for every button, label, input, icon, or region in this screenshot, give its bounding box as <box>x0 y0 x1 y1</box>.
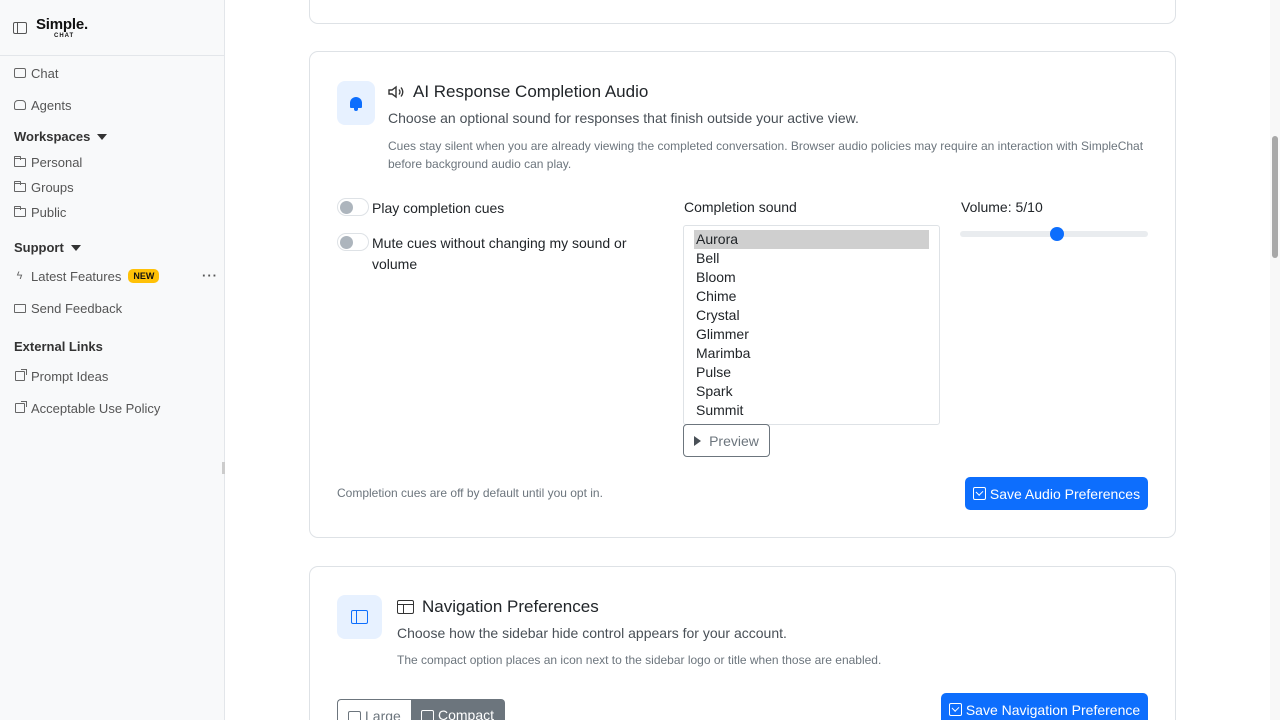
sidebar-layout-icon <box>337 595 382 639</box>
sound-option[interactable]: Glimmer <box>694 325 929 344</box>
sidebar-header: Simple. CHAT <box>0 0 224 56</box>
external-link-icon <box>13 401 27 415</box>
layout-icon <box>397 600 414 614</box>
audio-subtitle: Choose an optional sound for responses t… <box>388 110 859 126</box>
play-cues-toggle-row[interactable]: Play completion cues <box>337 198 504 219</box>
audio-title-text: AI Response Completion Audio <box>413 82 649 101</box>
sidebar-item-label: Send Feedback <box>31 300 123 316</box>
sound-option[interactable]: Bell <box>694 249 929 268</box>
caret-down-icon <box>97 133 108 140</box>
sound-option[interactable]: Bloom <box>694 268 929 287</box>
mute-cues-label: Mute cues without changing my sound or v… <box>372 235 627 272</box>
sidebar-item-label: Chat <box>31 65 59 81</box>
save-audio-label: Save Audio Preferences <box>989 485 1141 502</box>
save-icon <box>948 703 962 716</box>
robot-icon <box>13 99 26 112</box>
sidebar-item-label: Agents <box>31 97 72 113</box>
audio-preferences-card: AI Response Completion Audio Choose an o… <box>309 51 1176 538</box>
support-heading[interactable]: Support <box>14 240 81 255</box>
navigation-note: The compact option places an icon next t… <box>397 653 882 667</box>
sidebar-item-public[interactable]: Public <box>13 203 66 221</box>
chat-icon <box>13 67 26 80</box>
sidebar-item-personal[interactable]: Personal <box>13 153 82 171</box>
sound-option[interactable]: Summit <box>694 401 929 420</box>
volume-label: Volume: 5/10 <box>961 199 1043 215</box>
sound-option[interactable]: Crystal <box>694 306 929 325</box>
volume-slider-thumb[interactable] <box>1049 227 1064 241</box>
sound-option[interactable]: Aurora <box>694 230 929 249</box>
sidebar-item-label: Latest Features <box>31 268 122 284</box>
speaker-icon <box>388 85 404 99</box>
sound-option[interactable]: Pulse <box>694 363 929 382</box>
external-links-heading: External Links <box>14 339 103 354</box>
preview-button-label: Preview <box>709 432 759 449</box>
bell-icon <box>337 81 375 125</box>
sidebar-item-label: Prompt Ideas <box>31 368 109 384</box>
sidebar-item-label: Public <box>31 204 67 220</box>
sound-option[interactable]: Chime <box>694 287 929 306</box>
sound-option[interactable]: Spark <box>694 382 929 401</box>
option-compact-label: Compact <box>438 707 495 720</box>
save-navigation-label: Save Navigation Preference <box>965 701 1141 718</box>
previous-settings-card <box>309 0 1176 24</box>
mute-cues-toggle-row[interactable]: Mute cues without changing my sound or v… <box>337 233 647 275</box>
sound-option[interactable]: Marimba <box>694 344 929 363</box>
sidebar-item-label: Acceptable Use Policy <box>31 400 161 416</box>
sidebar-item-chat[interactable]: Chat <box>13 64 58 82</box>
external-links-heading-label: External Links <box>14 339 103 354</box>
option-compact-button[interactable]: Compact <box>411 699 505 720</box>
sidebar-item-label: Groups <box>31 179 74 195</box>
option-large-label: Large <box>365 708 401 720</box>
sidebar-item-prompt-ideas[interactable]: Prompt Ideas <box>13 367 108 385</box>
navigation-title-text: Navigation Preferences <box>422 597 599 616</box>
more-options-icon[interactable]: ··· <box>202 268 218 283</box>
mute-cues-switch[interactable] <box>337 233 369 251</box>
lightning-icon: ϟ <box>16 270 23 282</box>
preview-button[interactable]: Preview <box>683 424 770 457</box>
audio-footer-note: Completion cues are off by default until… <box>337 486 603 500</box>
folder-icon <box>13 180 26 194</box>
workspaces-heading-label: Workspaces <box>14 129 91 144</box>
sidebar-item-latest-features[interactable]: ϟ Latest Features NEW <box>13 267 160 285</box>
sidebar-item-groups[interactable]: Groups <box>13 178 74 196</box>
sidebar-style-toggle-group: Large Compact <box>337 699 505 720</box>
logo-text: Simple. <box>36 15 88 33</box>
envelope-icon <box>13 302 26 315</box>
external-link-icon <box>13 369 27 383</box>
navigation-preferences-card: Navigation Preferences Choose how the si… <box>309 566 1176 720</box>
sidebar-item-agents[interactable]: Agents <box>13 96 71 114</box>
support-heading-label: Support <box>14 240 64 255</box>
page-scrollbar[interactable] <box>1270 0 1280 720</box>
completion-sound-label: Completion sound <box>684 199 797 215</box>
audio-card-title: AI Response Completion Audio <box>388 82 648 102</box>
workspaces-heading[interactable]: Workspaces <box>14 129 108 144</box>
sidebar-toggle-icon[interactable] <box>13 21 27 34</box>
option-large-button[interactable]: Large <box>337 699 411 720</box>
play-icon <box>694 435 702 446</box>
sidebar-item-label: Personal <box>31 154 83 170</box>
sidebar-item-acceptable-use-policy[interactable]: Acceptable Use Policy <box>13 399 160 417</box>
folder-icon <box>13 155 26 169</box>
audio-note: Cues stay silent when you are already vi… <box>388 139 1144 171</box>
compact-icon <box>421 710 434 720</box>
completion-sound-listbox[interactable]: Aurora Bell Bloom Chime Crystal Glimmer Marimb… <box>683 225 940 425</box>
save-icon <box>972 487 986 500</box>
sidebar-item-send-feedback[interactable]: Send Feedback <box>13 299 122 317</box>
scrollbar-thumb[interactable] <box>1272 136 1278 258</box>
sidebar: Simple. CHAT Chat Agents Workspaces Pers… <box>0 0 225 720</box>
volume-slider[interactable] <box>960 227 1148 241</box>
navigation-subtitle: Choose how the sidebar hide control appe… <box>397 625 787 641</box>
caret-down-icon <box>70 244 81 251</box>
navigation-card-title: Navigation Preferences <box>397 597 599 617</box>
sidebar-resize-handle[interactable] <box>222 462 225 474</box>
logo[interactable]: Simple. CHAT <box>36 17 88 39</box>
save-navigation-preference-button[interactable]: Save Navigation Preference <box>941 693 1148 720</box>
logo-subtext: CHAT <box>54 32 75 39</box>
play-cues-switch[interactable] <box>337 198 369 216</box>
folder-icon <box>13 205 26 219</box>
play-cues-label: Play completion cues <box>372 200 505 216</box>
save-audio-preferences-button[interactable]: Save Audio Preferences <box>965 477 1148 510</box>
new-badge: NEW <box>128 269 160 283</box>
large-icon <box>348 711 361 720</box>
